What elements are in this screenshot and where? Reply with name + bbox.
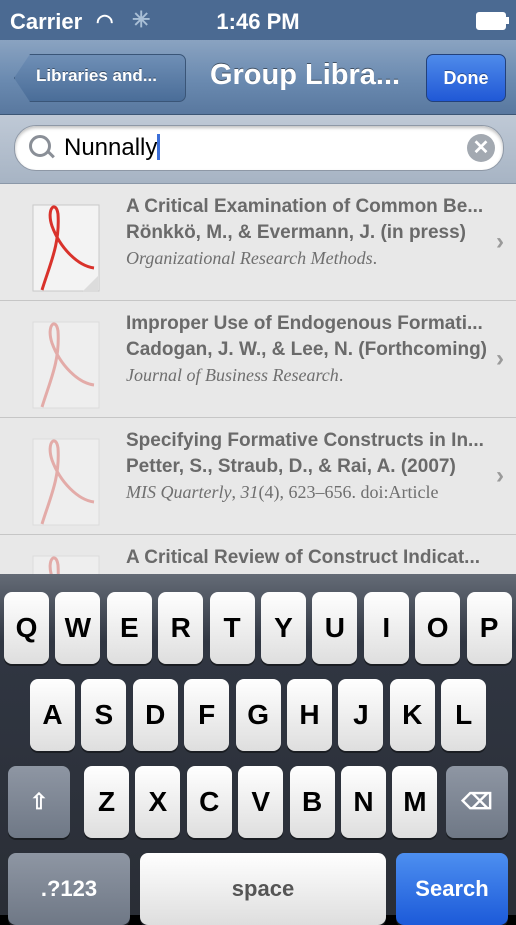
battery-icon [476, 12, 509, 30]
key-s[interactable]: S [81, 679, 127, 751]
result-journal: Organizational Research Methods. [126, 248, 488, 269]
results-list: A Critical Examination of Common Be... R… [0, 184, 516, 574]
key-g[interactable]: G [235, 679, 281, 751]
list-item[interactable]: Specifying Formative Constructs in In...… [0, 418, 516, 535]
key-j[interactable]: J [338, 679, 384, 751]
key-m[interactable]: M [392, 766, 438, 838]
key-t[interactable]: T [209, 592, 255, 664]
result-title: Specifying Formative Constructs in In... [126, 430, 484, 451]
list-item[interactable]: A Critical Review of Construct Indicat..… [0, 535, 516, 574]
result-journal: Journal of Business Research. [126, 365, 488, 386]
result-authors: Petter, S., Straub, D., & Rai, A. (2007) [126, 456, 456, 477]
journal-name: MIS Quarterly [126, 482, 232, 502]
result-title: A Critical Examination of Common Be... [126, 196, 484, 217]
chevron-right-icon: › [496, 345, 504, 372]
result-authors: Cadogan, J. W., & Lee, N. (Forthcoming) [126, 339, 488, 360]
text-cursor [157, 134, 161, 160]
keyboard: QWERTYUIOP ASDFGHJKL ⇧ ⌫ ZXCVBNM .?123 s… [0, 574, 516, 925]
key-n[interactable]: N [341, 766, 386, 838]
page-title: Group Libra... [209, 59, 401, 91]
numbers-key[interactable]: .?123 [8, 853, 130, 925]
status-time: 1:46 PM [216, 9, 300, 34]
chevron-right-icon: › [496, 228, 504, 255]
key-d[interactable]: D [132, 679, 178, 751]
list-item[interactable]: Improper Use of Endogenous Formati... Ca… [0, 301, 516, 418]
key-b[interactable]: B [289, 766, 335, 838]
key-h[interactable]: H [287, 679, 332, 751]
search-bar: Nunnally ✕ [0, 115, 516, 184]
pdf-icon [32, 204, 102, 294]
journal-details: . [338, 365, 344, 385]
result-title: Improper Use of Endogenous Formati... [126, 313, 483, 334]
key-f[interactable]: F [184, 679, 230, 751]
back-button-label: Libraries and... [36, 66, 157, 85]
key-l[interactable]: L [441, 679, 487, 751]
key-a[interactable]: A [30, 679, 75, 751]
search-input[interactable]: Nunnally ✕ [14, 125, 504, 171]
search-icon [29, 135, 51, 157]
chevron-right-icon: › [496, 462, 504, 489]
key-v[interactable]: V [238, 766, 284, 838]
backspace-key[interactable]: ⌫ [446, 766, 508, 838]
key-o[interactable]: O [415, 592, 461, 664]
key-r[interactable]: R [158, 592, 204, 664]
back-button[interactable]: Libraries and... [14, 54, 186, 102]
result-journal: MIS Quarterly, 31(4), 623–656. doi:Artic… [126, 482, 488, 503]
status-bar: Carrier ◠ ✳ 1:46 PM [0, 0, 516, 40]
result-authors: Rönkkö, M., & Evermann, J. (in press) [126, 222, 466, 243]
journal-details: . [372, 248, 378, 268]
key-i[interactable]: I [363, 592, 409, 664]
key-q[interactable]: Q [4, 592, 49, 664]
key-w[interactable]: W [55, 592, 101, 664]
key-e[interactable]: E [106, 592, 152, 664]
journal-name: Journal of Business Research [126, 365, 339, 385]
navigation-bar: Libraries and... Group Libra... Done [0, 40, 516, 115]
clear-icon[interactable]: ✕ [467, 134, 495, 162]
key-y[interactable]: Y [261, 592, 306, 664]
key-z[interactable]: Z [84, 766, 129, 838]
key-x[interactable]: X [135, 766, 181, 838]
result-title: A Critical Review of Construct Indicat..… [126, 547, 481, 568]
space-key[interactable]: space [140, 853, 386, 925]
list-item[interactable]: A Critical Examination of Common Be... R… [0, 184, 516, 301]
shift-key[interactable]: ⇧ [8, 766, 70, 838]
key-u[interactable]: U [312, 592, 358, 664]
pdf-icon [32, 438, 102, 528]
key-c[interactable]: C [186, 766, 232, 838]
done-button[interactable]: Done [426, 54, 506, 102]
search-input-value[interactable]: Nunnally [64, 134, 161, 162]
journal-details: , 31(4), 623–656. doi:Article [231, 482, 439, 502]
journal-name: Organizational Research Methods [126, 248, 373, 268]
pdf-icon [32, 321, 102, 411]
key-p[interactable]: P [466, 592, 512, 664]
pdf-icon [32, 555, 102, 574]
search-text: Nunnally [64, 134, 158, 161]
key-k[interactable]: K [389, 679, 435, 751]
search-key[interactable]: Search [396, 853, 508, 925]
